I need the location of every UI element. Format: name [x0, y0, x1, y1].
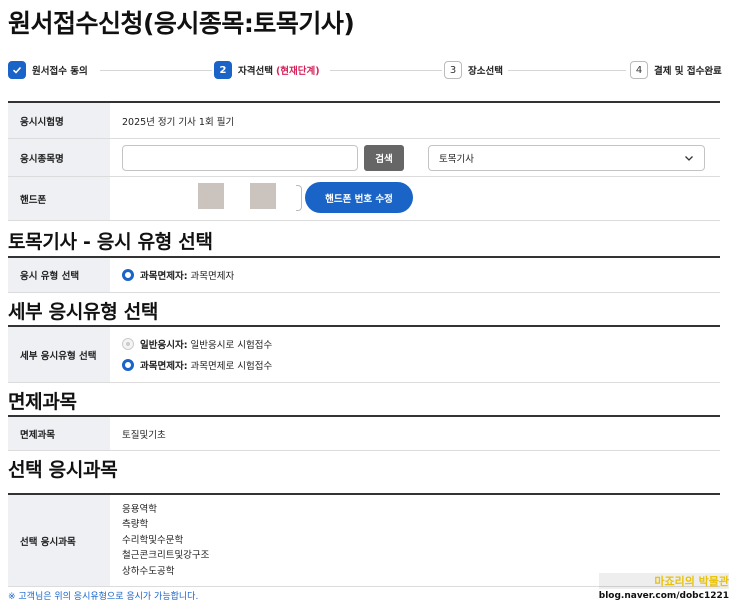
radio-selected-icon	[122, 359, 134, 371]
list-item: 응용역학	[122, 503, 157, 515]
step-label: 자격선택	[238, 66, 273, 77]
radio-option-text: 과목면제로 시험접수	[190, 361, 273, 372]
exam-type-table: 응시 유형 선택 과목면제자: 과목면제자	[8, 256, 720, 293]
step-2: 2 자격선택 (현재단계)	[214, 60, 320, 80]
exam-info-table: 응시시험명 2025년 정기 기사 1회 필기 응시종목명 검색 토목기사 핸드…	[8, 101, 720, 221]
radio-option-bold: 과목면제자:	[140, 361, 188, 372]
exam-type-cell: 과목면제자: 과목면제자	[110, 258, 720, 292]
radio-option-text: 일반응시로 시험접수	[190, 340, 273, 351]
detail-radio-general[interactable]: 일반응시자: 일반응시로 시험접수	[122, 337, 272, 351]
step-connector	[330, 70, 442, 71]
detail-type-label: 세부 응시유형 선택	[8, 327, 110, 382]
step-1: 원서접수 동의	[8, 60, 88, 80]
step-3: 3 장소선택	[444, 60, 503, 80]
phone-number-masked	[198, 183, 224, 209]
list-item: 상하수도공학	[122, 565, 175, 577]
radio-option-bold: 일반응시자:	[140, 340, 188, 351]
exam-type-radio-exempt[interactable]: 과목면제자: 과목면제자	[122, 268, 234, 282]
detail-type-row: 세부 응시유형 선택 일반응시자: 일반응시로 시험접수 과목면제자: 과목면제…	[8, 327, 720, 383]
category-select[interactable]: 토목기사	[428, 144, 705, 171]
section-title-subjects: 선택 응시과목	[8, 459, 118, 481]
category-search-input[interactable]	[122, 144, 358, 171]
step-number: 2	[214, 61, 232, 79]
exempt-row: 면제과목 토질및기초	[8, 417, 720, 451]
section-title-detail-type: 세부 응시유형 선택	[8, 301, 159, 323]
exam-type-label: 응시 유형 선택	[8, 258, 110, 292]
phone-number-masked	[250, 183, 276, 209]
exam-category-row: 응시종목명 검색 토목기사	[8, 139, 720, 177]
exam-type-row: 응시 유형 선택 과목면제자: 과목면제자	[8, 258, 720, 293]
step-label: 원서접수 동의	[32, 66, 88, 77]
chevron-down-icon	[685, 155, 693, 161]
check-icon	[8, 61, 26, 79]
radio-option-text: 과목면제자	[190, 271, 235, 282]
exam-name-label: 응시시험명	[8, 103, 110, 138]
exam-category-label: 응시종목명	[8, 139, 110, 176]
radio-selected-icon	[122, 269, 134, 281]
detail-type-table: 세부 응시유형 선택 일반응시자: 일반응시로 시험접수 과목면제자: 과목면제…	[8, 325, 720, 383]
exam-name-row: 응시시험명 2025년 정기 기사 1회 필기	[8, 103, 720, 139]
search-button[interactable]: 검색	[364, 144, 404, 171]
step-number: 3	[444, 61, 462, 79]
radio-unselected-icon	[122, 338, 134, 350]
phone-row: 핸드폰 핸드폰 번호 수정	[8, 177, 720, 221]
phone-label: 핸드폰	[8, 177, 110, 220]
blog-watermark: 마죠리의 박물관 blog.naver.com/dobc1221	[598, 573, 729, 601]
step-4: 4 결제 및 접수완료	[630, 60, 722, 80]
step-progress: 원서접수 동의 2 자격선택 (현재단계) 3 장소선택 4 결제 및 접수완료	[8, 60, 722, 80]
eligibility-notice: ※ 고객님은 위의 응시유형으로 응시가 가능합니다.	[8, 592, 199, 602]
detail-type-cell: 일반응시자: 일반응시로 시험접수 과목면제자: 과목면제로 시험접수	[110, 327, 720, 382]
list-item: 수리학및수문학	[122, 534, 184, 546]
detail-radio-exempt[interactable]: 과목면제자: 과목면제로 시험접수	[122, 358, 272, 372]
subjects-label: 선택 응시과목	[8, 495, 110, 586]
step-label: 장소선택	[468, 66, 503, 77]
section-title-exempt: 면제과목	[8, 391, 77, 413]
exam-name-value: 2025년 정기 기사 1회 필기	[122, 116, 235, 128]
radio-option-bold: 과목면제자:	[140, 271, 188, 282]
step-connector	[100, 70, 212, 71]
step-label: 결제 및 접수완료	[654, 66, 722, 77]
edit-phone-button[interactable]: 핸드폰 번호 수정	[305, 182, 413, 213]
exempt-label: 면제과목	[8, 417, 110, 450]
category-select-value: 토목기사	[439, 153, 474, 165]
list-item: 측량학	[122, 519, 149, 531]
watermark-url: blog.naver.com/dobc1221	[598, 591, 729, 601]
exam-category-cell: 검색 토목기사	[110, 139, 720, 176]
phone-input-edge	[296, 185, 302, 211]
subject-list: 응용역학 측량학 수리학및수문학 철근콘크리트및강구조 상하수도공학	[122, 504, 209, 578]
page-title: 원서접수신청(응시종목:토목기사)	[8, 9, 355, 38]
section-title-exam-type: 토목기사 - 응시 유형 선택	[8, 231, 213, 253]
phone-cell: 핸드폰 번호 수정	[110, 177, 720, 220]
watermark-title: 마죠리의 박물관	[598, 573, 729, 589]
list-item: 철근콘크리트및강구조	[122, 550, 210, 562]
step-connector	[508, 70, 626, 71]
exempt-value: 토질및기초	[122, 429, 166, 441]
step-number: 4	[630, 61, 648, 79]
exempt-table: 면제과목 토질및기초	[8, 415, 720, 451]
current-step-tag: (현재단계)	[275, 66, 320, 77]
